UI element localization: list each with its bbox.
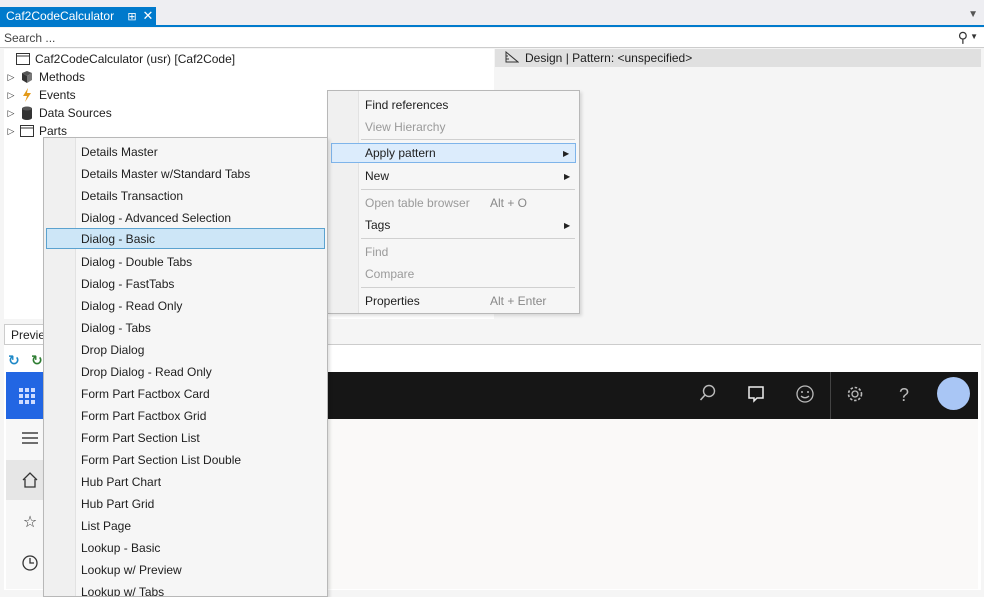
design-pane-header: Design | Pattern: <unspecified> (495, 49, 981, 67)
search-input[interactable] (4, 30, 934, 45)
pattern-item-dialog-tabs[interactable]: Dialog - Tabs (46, 317, 325, 338)
gear-icon[interactable] (843, 384, 867, 409)
methods-icon (18, 70, 36, 84)
tree-node-methods[interactable]: ▷ Methods (4, 68, 86, 86)
menu-item-label: View Hierarchy (365, 120, 446, 134)
search-icon[interactable] (696, 384, 720, 407)
menu-item-label: Find (365, 245, 389, 259)
tree-root[interactable]: Caf2CodeCalculator (usr) [Caf2Code] (14, 50, 235, 68)
menu-item-tags[interactable]: Tags ▶ (331, 215, 576, 235)
tree-node-events[interactable]: ▷ Events (4, 86, 76, 104)
document-tab-title: Caf2CodeCalculator (6, 9, 115, 23)
database-icon (18, 106, 36, 120)
ruler-triangle-icon (505, 50, 520, 66)
help-icon[interactable]: ? (892, 384, 916, 406)
tree-node-label: Data Sources (39, 106, 112, 120)
menu-separator (361, 189, 575, 190)
submenu-arrow-icon: ▶ (563, 148, 570, 158)
pattern-item-list-page[interactable]: List Page (46, 515, 325, 536)
sync-icon[interactable]: ↻ (31, 352, 43, 369)
app-launcher-button[interactable] (6, 372, 48, 419)
menu-item-find[interactable]: Find (331, 242, 576, 262)
pattern-item-hub-part-chart[interactable]: Hub Part Chart (46, 471, 325, 492)
submenu-arrow-icon: ▶ (564, 220, 571, 230)
pattern-item-form-part-factbox-card[interactable]: Form Part Factbox Card (46, 383, 325, 404)
apply-pattern-submenu: Details Master Details Master w/Standard… (43, 137, 328, 597)
menu-separator (361, 287, 575, 288)
pattern-item-form-part-factbox-grid[interactable]: Form Part Factbox Grid (46, 405, 325, 426)
expand-arrow-icon[interactable]: ▷ (4, 72, 18, 83)
pattern-item-details-master[interactable]: Details Master (46, 141, 325, 162)
pattern-item-details-transaction[interactable]: Details Transaction (46, 185, 325, 206)
pattern-item-dialog-fasttabs[interactable]: Dialog - FastTabs (46, 273, 325, 294)
smiley-icon[interactable] (793, 384, 817, 409)
menu-item-open-table-browser[interactable]: Open table browser Alt + O (331, 193, 576, 213)
menu-item-label: Apply pattern (365, 146, 436, 160)
context-menu: Find references View Hierarchy Apply pat… (327, 90, 580, 314)
menu-item-label: Tags (365, 218, 391, 232)
pattern-item-details-master-standard-tabs[interactable]: Details Master w/Standard Tabs (46, 163, 325, 184)
pattern-item-lookup-basic[interactable]: Lookup - Basic (46, 537, 325, 558)
menu-item-label: Find references (365, 98, 449, 112)
expand-arrow-icon[interactable]: ▷ (4, 108, 18, 119)
top-bar-divider (830, 372, 831, 419)
tree-node-data-sources[interactable]: ▷ Data Sources (4, 104, 112, 122)
pattern-item-lookup-tabs[interactable]: Lookup w/ Tabs (46, 581, 325, 597)
expand-arrow-icon[interactable]: ▷ (4, 126, 18, 137)
tab-overflow-icon[interactable]: ▼ (968, 9, 978, 20)
pattern-item-drop-dialog-read-only[interactable]: Drop Dialog - Read Only (46, 361, 325, 382)
pattern-item-dialog-advanced-selection[interactable]: Dialog - Advanced Selection (46, 207, 325, 228)
waffle-icon (19, 387, 35, 404)
tree-node-label: Parts (39, 124, 68, 138)
menu-item-find-references[interactable]: Find references (331, 95, 576, 115)
close-icon[interactable]: ✕ (140, 8, 156, 24)
menu-item-properties[interactable]: Properties Alt + Enter (331, 291, 576, 311)
feedback-icon[interactable] (744, 384, 768, 409)
tree-node-label: Methods (39, 70, 86, 84)
search-options-chevron-icon[interactable]: ▼ (970, 32, 978, 41)
design-pattern-label: Design | Pattern: <unspecified> (525, 51, 693, 65)
pattern-item-dialog-basic[interactable]: Dialog - Basic (46, 228, 325, 249)
menu-item-label: Open table browser (365, 196, 470, 210)
pattern-item-hub-part-grid[interactable]: Hub Part Grid (46, 493, 325, 514)
menu-separator (361, 238, 575, 239)
menu-item-shortcut: Alt + O (490, 196, 528, 210)
expand-arrow-icon[interactable]: ▷ (4, 90, 18, 101)
menu-item-apply-pattern[interactable]: Apply pattern ▶ (331, 143, 576, 163)
submenu-arrow-icon: ▶ (564, 171, 571, 181)
pin-icon[interactable]: ⊞ (124, 10, 140, 23)
document-tab[interactable]: Caf2CodeCalculator ⊞ ✕ (0, 7, 156, 25)
avatar[interactable] (937, 377, 970, 410)
menu-separator (361, 139, 575, 140)
menu-item-shortcut: Alt + Enter (490, 294, 547, 308)
parts-icon (18, 124, 36, 138)
pattern-item-dialog-read-only[interactable]: Dialog - Read Only (46, 295, 325, 316)
menu-item-view-hierarchy[interactable]: View Hierarchy (331, 117, 576, 137)
menu-item-new[interactable]: New ▶ (331, 166, 576, 186)
menu-item-label: New (365, 169, 390, 183)
pattern-item-lookup-preview[interactable]: Lookup w/ Preview (46, 559, 325, 580)
pattern-item-form-part-section-list-double[interactable]: Form Part Section List Double (46, 449, 325, 470)
menu-item-label: Properties (365, 294, 420, 308)
tree-node-label: Events (39, 88, 76, 102)
lightning-icon (18, 88, 36, 102)
document-tab-strip: Caf2CodeCalculator ⊞ ✕ ▼ (0, 0, 984, 27)
menu-item-compare[interactable]: Compare (331, 264, 576, 284)
refresh-icon[interactable]: ↻ (8, 352, 20, 369)
menu-item-label: Compare (365, 267, 415, 281)
form-icon (14, 52, 32, 66)
pattern-item-form-part-section-list[interactable]: Form Part Section List (46, 427, 325, 448)
tree-root-label: Caf2CodeCalculator (usr) [Caf2Code] (35, 52, 236, 66)
search-icon[interactable]: ⚲ (958, 29, 968, 46)
pattern-item-dialog-double-tabs[interactable]: Dialog - Double Tabs (46, 251, 325, 272)
search-bar: ⚲ ▼ (0, 28, 984, 48)
pattern-item-drop-dialog[interactable]: Drop Dialog (46, 339, 325, 360)
